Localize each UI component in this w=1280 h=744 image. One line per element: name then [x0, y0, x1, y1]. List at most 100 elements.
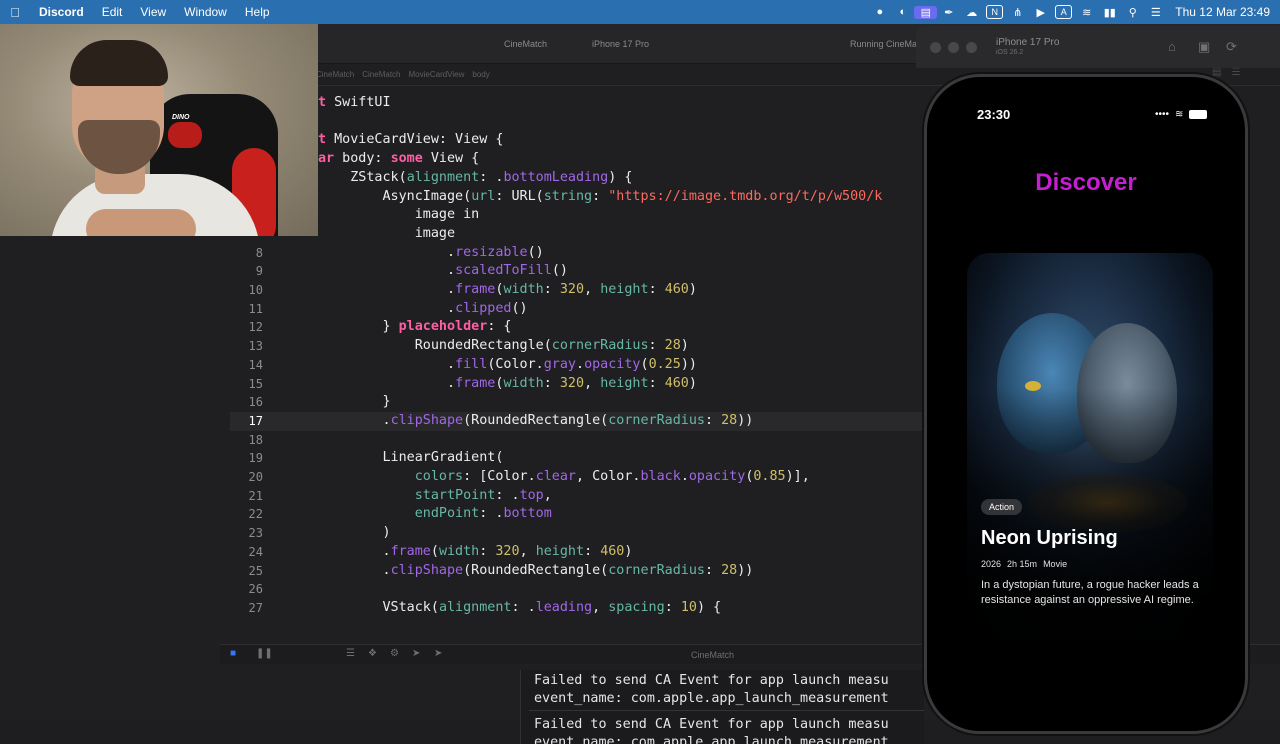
view-hierarchy-icon[interactable]: ☰ — [346, 648, 355, 659]
activity-status: Running CineMa — [850, 39, 918, 49]
code-line[interactable]: 11 .clipped() — [230, 300, 924, 319]
toggle-debug-area-icon[interactable]: ■ — [230, 648, 236, 659]
menu-view[interactable]: View — [131, 5, 175, 19]
adjust-editor-icon[interactable]: ▤ — [1212, 67, 1221, 78]
menu-edit[interactable]: Edit — [93, 5, 132, 19]
window-close-button[interactable] — [930, 42, 941, 53]
code-text: image — [318, 225, 456, 241]
notion-icon[interactable]: N — [986, 5, 1004, 19]
code-line[interactable]: AsyncImage(url: URL(string: "https://ima… — [230, 188, 924, 207]
code-line[interactable]: 24 .frame(width: 320, height: 460) — [230, 543, 924, 562]
code-line[interactable]: 10 .frame(width: 320, height: 460) — [230, 281, 924, 300]
control-center-icon[interactable]: ☰ — [1144, 6, 1167, 19]
battery-icon — [1189, 110, 1208, 119]
code-line[interactable]: 23 ) — [230, 524, 924, 543]
breadcrumb-item[interactable]: body — [472, 70, 489, 79]
debug-console[interactable]: Failed to send CA Event for app launch m… — [520, 670, 924, 744]
line-number: 22 — [248, 507, 263, 522]
fork-icon[interactable]: ⋔ — [1006, 6, 1029, 19]
code-line[interactable]: 27 VStack(alignment: .leading, spacing: … — [230, 599, 924, 618]
menu-window[interactable]: Window — [175, 5, 236, 19]
cloud-icon[interactable]: ☁ — [960, 6, 983, 19]
breadcrumb-item[interactable]: CineMatch — [362, 70, 400, 79]
code-text: t SwiftUI — [318, 95, 391, 110]
code-text: LinearGradient( — [318, 450, 504, 466]
screen-share-icon[interactable]: ▤ — [914, 5, 938, 19]
line-number: 16 — [248, 395, 263, 410]
pen-icon[interactable]: ✒ — [937, 6, 960, 19]
code-line[interactable]: 18 — [230, 431, 924, 450]
code-line[interactable]: image in — [230, 206, 924, 225]
phone-screen[interactable]: 23:30 •••• ≋ Discover Action Neon Uprisi… — [933, 83, 1239, 731]
text-a-icon[interactable]: A — [1055, 5, 1073, 19]
play-circle-icon[interactable]: ▶ — [1029, 6, 1052, 19]
code-line[interactable]: 8 .resizable() — [230, 244, 924, 263]
code-line[interactable]: 26 — [230, 580, 924, 599]
window-zoom-button[interactable] — [966, 42, 977, 53]
run-destination[interactable]: iPhone 17 Pro — [592, 39, 649, 49]
movie-year: 2026 — [981, 559, 1002, 569]
simulator-titlebar: iPhone 17 Pro iOS 26.2 ⌂ ▣ ⟳ — [916, 26, 1280, 68]
breadcrumb-item[interactable]: MovieCardView — [409, 70, 465, 79]
code-line[interactable]: 20 colors: [Color.clear, Color.black.opa… — [230, 468, 924, 487]
scheme-selector[interactable]: CineMatch — [504, 39, 547, 49]
screen-title: Discover — [1035, 169, 1137, 196]
record-icon[interactable]: ● — [868, 6, 891, 18]
pause-icon[interactable]: ❚❚ — [256, 648, 273, 659]
editor-options: ▤ ☰ — [1212, 67, 1240, 78]
search-icon[interactable]: ⚲ — [1121, 6, 1144, 19]
memory-graph-icon[interactable]: ❖ — [368, 648, 377, 659]
menubar-clock[interactable]: Thu 12 Mar 23:49 — [1175, 5, 1270, 19]
menu-app-discord[interactable]: Discord — [30, 5, 93, 19]
code-text: .frame(width: 320, height: 460) — [318, 375, 697, 391]
theme-icon[interactable]: ◐ — [891, 6, 914, 18]
code-text: t MovieCardView: View { — [318, 132, 504, 148]
rotate-icon[interactable]: ⟳ — [1226, 39, 1237, 55]
code-text: ar body: some View { — [318, 151, 480, 167]
code-line[interactable]: 25 .clipShape(RoundedRectangle(cornerRad… — [230, 562, 924, 581]
iphone-simulator[interactable]: 23:30 •••• ≋ Discover Action Neon Uprisi… — [924, 74, 1248, 734]
status-bar-time: 23:30 — [977, 107, 1011, 122]
chair-logo: DINO — [172, 114, 190, 121]
apple-logo-icon[interactable]:  — [0, 5, 30, 20]
code-text: VStack(alignment: .leading, spacing: 10)… — [318, 599, 722, 615]
line-number: 17 — [248, 413, 263, 428]
code-line[interactable]: 16 } — [230, 393, 924, 412]
code-line[interactable]: 15 .frame(width: 320, height: 460) — [230, 375, 924, 394]
environment-icon[interactable]: ⚙ — [390, 648, 399, 659]
window-minimize-button[interactable] — [948, 42, 959, 53]
menu-help[interactable]: Help — [236, 5, 279, 19]
code-line[interactable]: 12 } placeholder: { — [230, 318, 924, 337]
code-line[interactable]: 13 RoundedRectangle(cornerRadius: 28) — [230, 337, 924, 356]
code-line[interactable]: ZStack(alignment: .bottomLeading) { — [230, 169, 924, 188]
code-line[interactable]: t SwiftUI — [230, 94, 924, 113]
status-area: ● ◐ ▤ ✒ ☁ N ⋔ ▶ A ≋ ▮▮ ⚲ ☰ Thu 12 Mar 23… — [868, 5, 1280, 19]
console-divider — [529, 710, 924, 711]
code-text: .frame(width: 320, height: 460) — [318, 543, 633, 559]
send-icon[interactable]: ➤ — [434, 648, 442, 659]
breadcrumb-item[interactable]: CineMatch — [316, 70, 354, 79]
webcam-overlay: DINO — [0, 24, 318, 236]
status-bar-icons: •••• ≋ — [1155, 109, 1208, 120]
editor-menu-icon[interactable]: ☰ — [1231, 67, 1240, 78]
code-line[interactable]: 9 .scaledToFill() — [230, 262, 924, 281]
code-line[interactable]: 17 .clipShape(RoundedRectangle(cornerRad… — [230, 411, 924, 431]
code-line[interactable]: 22 endPoint: .bottom — [230, 505, 924, 524]
code-editor[interactable]: t SwiftUI t MovieCardView: View { ar body:… — [230, 86, 924, 626]
movie-meta: 2026 2h 15m Movie — [981, 559, 1067, 569]
wifi-icon[interactable]: ≋ — [1075, 6, 1098, 19]
battery-icon[interactable]: ▮▮ — [1098, 6, 1121, 19]
code-line[interactable]: t MovieCardView: View { — [230, 131, 924, 150]
home-icon[interactable]: ⌂ — [1168, 39, 1176, 54]
code-line[interactable]: 21 startPoint: .top, — [230, 487, 924, 506]
code-line[interactable]: 14 .fill(Color.gray.opacity(0.25)) — [230, 356, 924, 375]
code-line[interactable] — [230, 113, 924, 132]
code-line[interactable]: ar body: some View { — [230, 150, 924, 169]
code-text: } — [318, 394, 391, 410]
screenshot-icon[interactable]: ▣ — [1198, 39, 1210, 55]
simulate-location-icon[interactable]: ➤ — [412, 648, 420, 659]
code-text: .resizable() — [318, 244, 544, 260]
movie-card[interactable]: Action Neon Uprising 2026 2h 15m Movie I… — [967, 253, 1213, 639]
code-line[interactable]: 19 LinearGradient( — [230, 449, 924, 468]
code-line[interactable]: image — [230, 225, 924, 244]
